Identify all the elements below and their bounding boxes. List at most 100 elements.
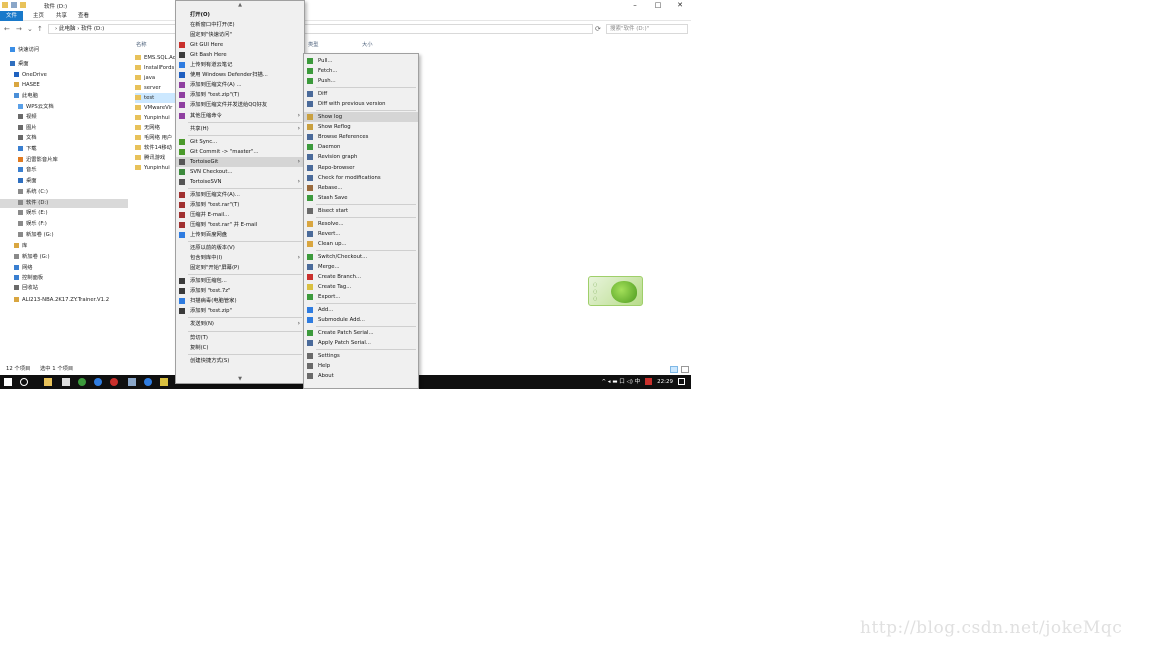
- nav-item[interactable]: 回收站: [0, 284, 128, 293]
- menu-item[interactable]: Revision graph: [304, 152, 418, 162]
- menu-item[interactable]: 使用 Windows Defender扫描...: [176, 70, 304, 80]
- menu-item[interactable]: Git Commit -> "master"...: [176, 147, 304, 157]
- menu-item[interactable]: SVN Checkout...: [176, 167, 304, 177]
- menu-item[interactable]: Add...: [304, 305, 418, 315]
- file-row[interactable]: 毛网络 用户: [135, 133, 175, 143]
- file-row[interactable]: Yunpinhui: [135, 113, 175, 123]
- menu-item[interactable]: Create Tag...: [304, 282, 418, 292]
- floating-widget[interactable]: ◌ ◌ ◌: [588, 276, 643, 306]
- nav-item[interactable]: 桌面: [0, 177, 128, 186]
- nav-item[interactable]: 网络: [0, 264, 128, 273]
- file-row[interactable]: test: [135, 93, 175, 103]
- menu-item[interactable]: Daemon: [304, 142, 418, 152]
- menu-item[interactable]: Bisect start: [304, 206, 418, 216]
- edge-icon[interactable]: [94, 378, 102, 386]
- menu-item[interactable]: 扫描病毒(电脑管家): [176, 296, 304, 306]
- column-size[interactable]: 大小: [362, 40, 373, 48]
- file-row[interactable]: InstallFords: [135, 63, 175, 73]
- menu-item[interactable]: Submodule Add...: [304, 315, 418, 325]
- properties-icon[interactable]: [11, 2, 17, 8]
- nav-item[interactable]: 系统 (C:): [0, 188, 128, 197]
- menu-item[interactable]: Settings: [304, 351, 418, 361]
- menu-item[interactable]: 添加到 "test.zip": [176, 306, 304, 316]
- start-icon[interactable]: [4, 378, 12, 386]
- menu-item[interactable]: Create Branch...: [304, 272, 418, 282]
- column-type[interactable]: 类型: [308, 40, 319, 48]
- menu-item[interactable]: 上传到百度网盘: [176, 230, 304, 240]
- menu-scroll-down-icon[interactable]: ▼: [176, 376, 304, 382]
- menu-item[interactable]: Browse References: [304, 132, 418, 142]
- menu-item[interactable]: About: [304, 371, 418, 381]
- browser-icon[interactable]: [78, 378, 86, 386]
- menu-item[interactable]: Create Patch Serial...: [304, 328, 418, 338]
- menu-item[interactable]: 剪切(T): [176, 333, 304, 343]
- widget-controls-icon[interactable]: ◌ ◌ ◌: [593, 282, 599, 302]
- store-icon[interactable]: [62, 378, 70, 386]
- file-row[interactable]: 软件14移动: [135, 143, 175, 153]
- tab-share[interactable]: 共享: [50, 11, 73, 21]
- menu-item[interactable]: 固定到"开始"屏幕(P): [176, 263, 304, 273]
- forward-button[interactable]: →: [16, 25, 22, 33]
- menu-item[interactable]: Pull...: [304, 56, 418, 66]
- menu-item[interactable]: 压缩到 "test.rar" 并 E-mail: [176, 220, 304, 230]
- menu-item[interactable]: Show Reflog: [304, 122, 418, 132]
- menu-item[interactable]: 打开(O): [176, 10, 304, 20]
- menu-item[interactable]: Revert...: [304, 229, 418, 239]
- nav-item[interactable]: 库: [0, 242, 128, 251]
- menu-item[interactable]: 添加到 "test.7z": [176, 286, 304, 296]
- menu-item[interactable]: Show log: [304, 112, 418, 123]
- tray-icons[interactable]: ^ ◂ ▬ 口 ◁) 中: [601, 375, 640, 389]
- nav-item[interactable]: 娱乐 (F:): [0, 220, 128, 229]
- menu-scroll-up-icon[interactable]: ▲: [176, 2, 304, 8]
- menu-item[interactable]: Export...: [304, 292, 418, 302]
- refresh-icon[interactable]: ⟳: [595, 25, 601, 33]
- back-button[interactable]: ←: [4, 25, 10, 33]
- close-button[interactable]: ✕: [669, 1, 691, 10]
- menu-item[interactable]: 添加到压缩文件(A) ...: [176, 80, 304, 90]
- file-row[interactable]: EMS.SQL.Ac: [135, 53, 175, 63]
- menu-item[interactable]: 添加到压缩文件(A)...: [176, 190, 304, 200]
- maximize-button[interactable]: □: [647, 1, 669, 10]
- app-icon[interactable]: [128, 378, 136, 386]
- nav-item[interactable]: 新加卷 (G:): [0, 231, 128, 240]
- clock[interactable]: 22:29: [657, 375, 673, 389]
- nav-item[interactable]: 软件 (D:): [0, 199, 128, 208]
- menu-item[interactable]: Stash Save: [304, 193, 418, 203]
- nav-item[interactable]: 视频: [0, 113, 128, 122]
- notifications-icon[interactable]: [678, 378, 685, 385]
- menu-item[interactable]: 添加到压缩包...: [176, 276, 304, 286]
- minimize-button[interactable]: –: [624, 1, 646, 10]
- menu-item[interactable]: Git Bash Here: [176, 50, 304, 60]
- file-row[interactable]: java: [135, 73, 175, 83]
- ie-icon[interactable]: [144, 378, 152, 386]
- tab-file[interactable]: 文件: [0, 11, 24, 21]
- menu-item[interactable]: Clean up...: [304, 239, 418, 249]
- menu-item[interactable]: 其他压缩命令 ›: [176, 111, 304, 121]
- nav-item[interactable]: 图片: [0, 124, 128, 133]
- search-icon[interactable]: [20, 378, 28, 386]
- menu-item[interactable]: 包含到库中(I) ›: [176, 253, 304, 263]
- menu-item[interactable]: Diff with previous version: [304, 99, 418, 109]
- menu-item[interactable]: Check for modifications: [304, 173, 418, 183]
- menu-item[interactable]: 创建快捷方式(S): [176, 356, 304, 366]
- nav-item[interactable]: 文档: [0, 134, 128, 143]
- nav-item[interactable]: HASEE: [0, 81, 128, 90]
- address-path[interactable]: › 此电脑 › 软件 (D:): [48, 24, 593, 34]
- file-row[interactable]: 腾讯游戏: [135, 153, 175, 163]
- column-name[interactable]: 名称: [136, 40, 147, 48]
- nav-item[interactable]: ALI213-NBA.2K17.ZY.Trainer.V1.2: [0, 296, 128, 305]
- menu-item[interactable]: 压缩并 E-mail...: [176, 210, 304, 220]
- menu-item[interactable]: TortoiseGit ›: [176, 156, 304, 167]
- menu-item[interactable]: Help: [304, 361, 418, 371]
- new-folder-icon[interactable]: [20, 2, 26, 8]
- tab-home[interactable]: 主页: [27, 11, 50, 21]
- up-button[interactable]: ↑: [37, 25, 43, 33]
- details-view-icon[interactable]: [670, 366, 678, 373]
- menu-item[interactable]: Diff: [304, 89, 418, 99]
- large-icons-view-icon[interactable]: [681, 366, 689, 373]
- menu-item[interactable]: Git GUI Here: [176, 40, 304, 50]
- nav-item[interactable]: 桌面: [0, 60, 128, 69]
- menu-item[interactable]: Push...: [304, 76, 418, 86]
- menu-item[interactable]: Rebase...: [304, 183, 418, 193]
- menu-item[interactable]: 复制(C): [176, 343, 304, 353]
